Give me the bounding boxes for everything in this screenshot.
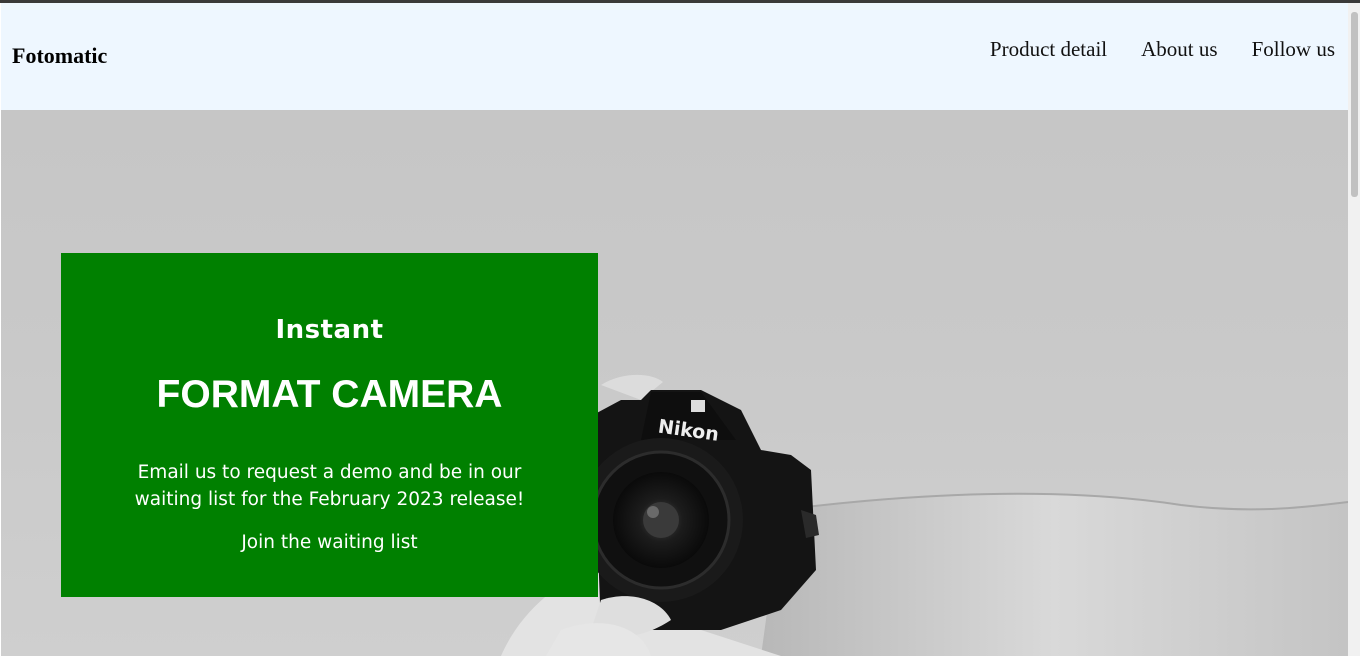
promo-description: Email us to request a demo and be in our… bbox=[134, 462, 525, 510]
hero-section: Nikon Instant FORMAT CAMERA Email us to … bbox=[1, 110, 1348, 656]
nav-link-product-detail[interactable]: Product detail bbox=[990, 37, 1107, 62]
scrollbar-thumb[interactable] bbox=[1351, 12, 1358, 197]
page-scrollbar[interactable] bbox=[1348, 3, 1360, 656]
promo-card: Instant FORMAT CAMERA Email us to reques… bbox=[61, 253, 598, 597]
promo-kicker: Instant bbox=[275, 315, 384, 345]
promo-title: FORMAT CAMERA bbox=[156, 373, 503, 416]
nav-link-about-us[interactable]: About us bbox=[1141, 37, 1217, 62]
navbar: Fotomatic Product detail About us Follow… bbox=[1, 3, 1348, 110]
nav-link-follow-us[interactable]: Follow us bbox=[1252, 37, 1335, 62]
brand-logo[interactable]: Fotomatic bbox=[12, 43, 107, 69]
nav-links: Product detail About us Follow us bbox=[990, 37, 1335, 62]
join-waiting-list-link[interactable]: Join the waiting list bbox=[61, 532, 598, 553]
